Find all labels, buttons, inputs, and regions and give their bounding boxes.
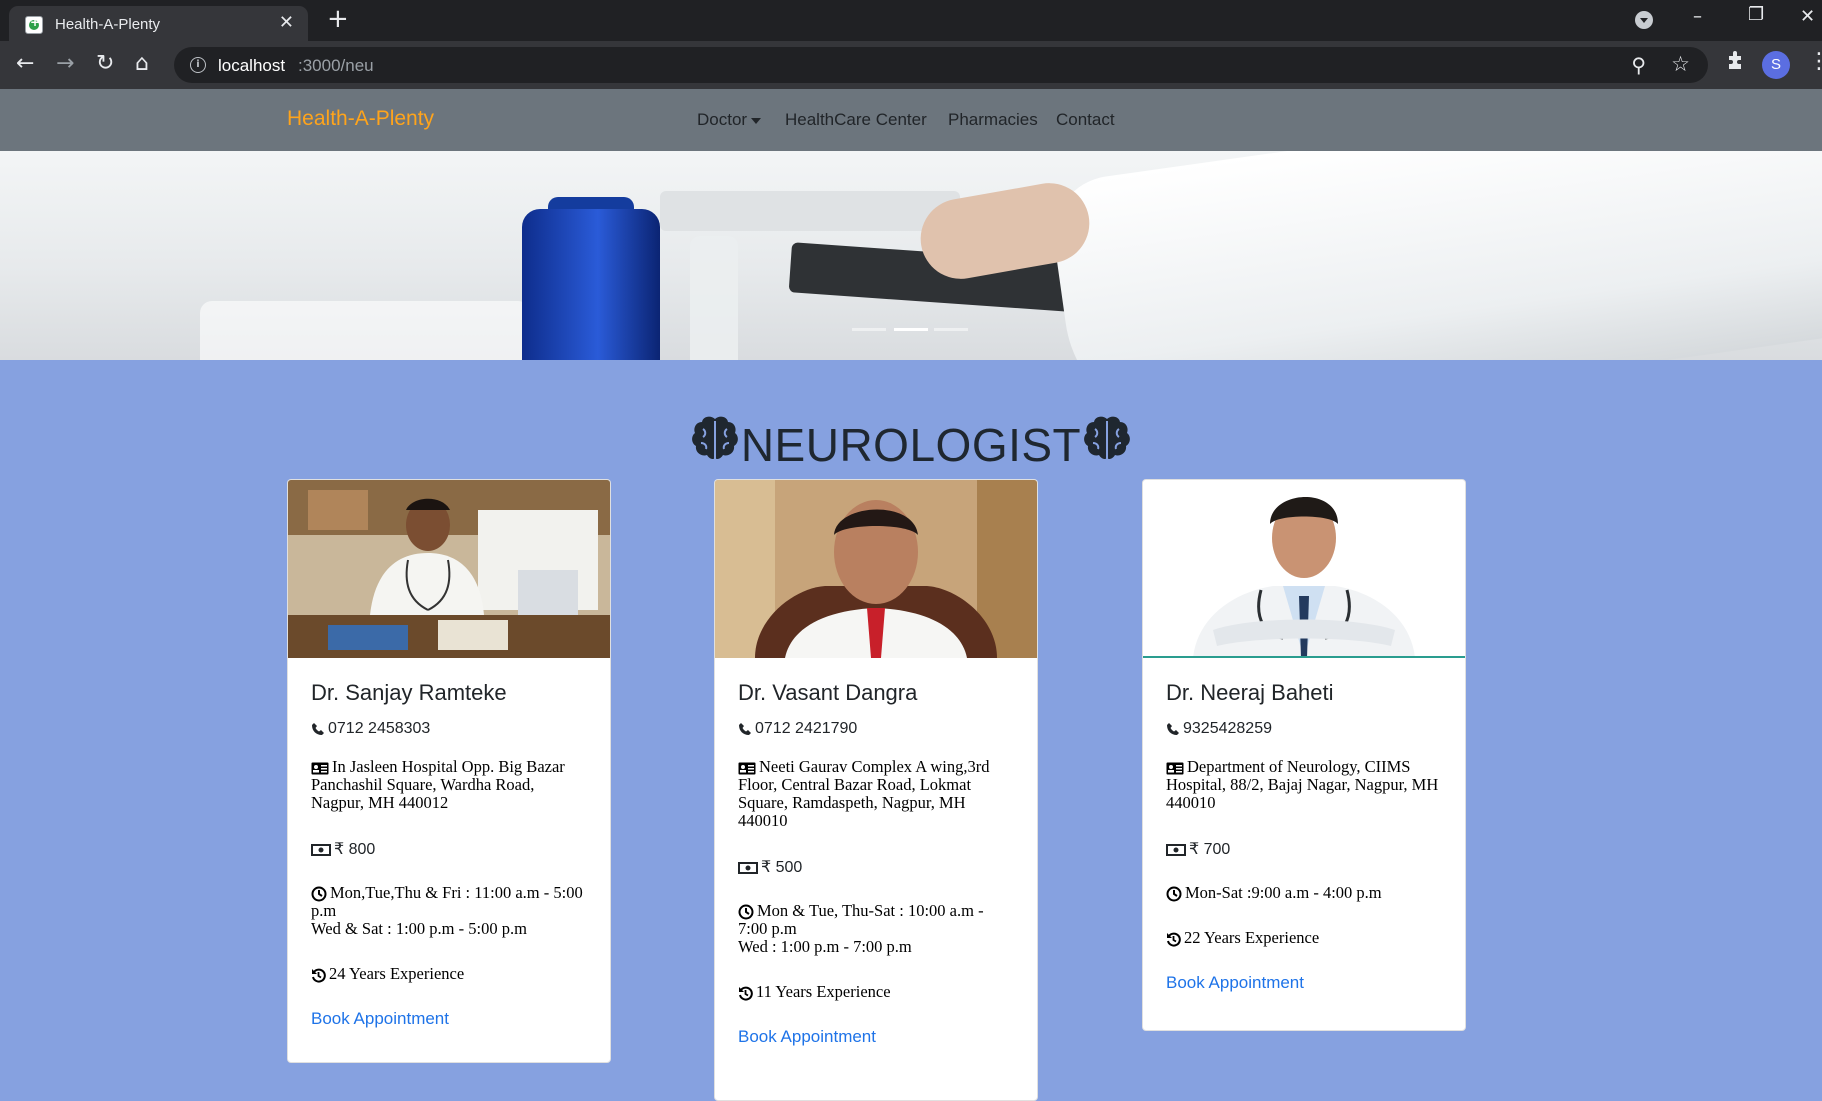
carousel-indicator-1[interactable]	[852, 328, 886, 331]
clock-icon	[1166, 886, 1182, 902]
doctor-card: Dr. Neeraj Baheti 9325428259 Department …	[1142, 479, 1466, 1031]
zoom-icon[interactable]: ⚲	[1631, 53, 1646, 77]
nav-healthcare-center[interactable]: HealthCare Center	[785, 110, 927, 130]
browser-tab-strip: Health-A-Plenty ✕ + – ❐ ✕	[0, 0, 1822, 41]
doctor-fee: ₹ 700	[1166, 839, 1442, 859]
site-info-icon[interactable]: i	[190, 57, 206, 73]
favicon-icon	[25, 15, 43, 34]
doctor-address: Neeti Gaurav Complex A wing,3rd Floor, C…	[738, 757, 990, 830]
browser-toolbar: ← → ↻ ⌂ i localhost :3000/neu ⚲ ☆ S ⋮	[0, 41, 1822, 89]
new-tab-button[interactable]: +	[327, 4, 349, 34]
carousel-indicator-3[interactable]	[934, 328, 968, 331]
url-host: localhost	[218, 56, 286, 75]
back-icon[interactable]: ←	[16, 51, 34, 76]
clock-icon	[738, 904, 754, 920]
section-title-text: NEUROLOGIST	[740, 419, 1082, 471]
doctor-name: Dr. Sanjay Ramteke	[311, 680, 507, 705]
nav-doctor-dropdown[interactable]: Doctor	[697, 110, 762, 130]
brain-icon	[1081, 415, 1133, 474]
doctor-fee: ₹ 800	[311, 839, 587, 859]
hero-carousel	[0, 151, 1822, 360]
hero-keyboard-shape	[660, 191, 960, 231]
url-path: :3000/neu	[298, 56, 374, 75]
history-icon	[738, 986, 753, 1001]
doctor-timings: Mon,Tue,Thu & Fri : 11:00 a.m - 5:00 p.m…	[311, 883, 583, 939]
phone-icon	[1166, 722, 1180, 736]
hero-doctor-sleeve-shape	[1046, 151, 1822, 360]
doctor-photo	[1143, 480, 1465, 658]
brand-logo[interactable]: Health-A-Plenty	[287, 107, 434, 131]
money-bill-icon	[1166, 843, 1186, 856]
phone-icon	[311, 722, 325, 736]
tab-search-icon[interactable]	[1635, 11, 1653, 29]
doctor-fee: ₹ 500	[738, 857, 1014, 877]
phone-icon	[738, 722, 752, 736]
address-card-icon	[1166, 762, 1184, 775]
doctor-address: Department of Neurology, CIIMS Hospital,…	[1166, 757, 1439, 812]
doctor-experience: 22 Years Experience	[1166, 929, 1442, 947]
book-appointment-link[interactable]: Book Appointment	[1166, 973, 1304, 993]
close-tab-icon[interactable]: ✕	[279, 12, 294, 33]
section-heading: NEUROLOGIST	[0, 415, 1822, 474]
doctor-timing-2: Wed : 1:00 p.m - 7:00 p.m	[738, 937, 912, 957]
hero-glass-shape	[200, 301, 530, 360]
money-bill-icon	[311, 843, 331, 856]
doctor-card: Dr. Sanjay Ramteke 0712 2458303 In Jasle…	[287, 479, 611, 1063]
doctor-timings: Mon-Sat :9:00 a.m - 4:00 p.m	[1166, 884, 1442, 902]
doctor-phone: 0712 2421790	[738, 720, 1014, 738]
doctor-experience: 24 Years Experience	[311, 965, 587, 983]
doctor-card: Dr. Vasant Dangra 0712 2421790 Neeti Gau…	[714, 479, 1038, 1101]
tab-title: Health-A-Plenty	[55, 16, 161, 33]
doctor-timing-2: Wed & Sat : 1:00 p.m - 5:00 p.m	[311, 919, 527, 939]
close-window-icon[interactable]: ✕	[1800, 6, 1815, 27]
bookmark-star-icon[interactable]: ☆	[1671, 52, 1690, 76]
carousel-indicator-2[interactable]	[894, 328, 928, 331]
address-bar[interactable]: i localhost :3000/neu ⚲ ☆	[174, 47, 1708, 83]
doctor-photo	[715, 480, 1037, 658]
doctor-photo	[288, 480, 610, 658]
address-card-icon	[311, 762, 329, 775]
clock-icon	[311, 886, 327, 902]
history-icon	[1166, 932, 1181, 947]
site-navbar: Health-A-Plenty Doctor HealthCare Center…	[0, 89, 1822, 151]
menu-kebab-icon[interactable]: ⋮	[1808, 49, 1822, 74]
hero-bottle-shape	[690, 236, 738, 360]
doctor-timings: Mon & Tue, Thu-Sat : 10:00 a.m - 7:00 p.…	[738, 901, 984, 957]
nav-pharmacies[interactable]: Pharmacies	[948, 110, 1038, 130]
minimize-icon[interactable]: –	[1693, 6, 1702, 27]
home-icon[interactable]: ⌂	[135, 51, 149, 76]
forward-icon[interactable]: →	[56, 51, 74, 76]
brain-icon	[689, 415, 741, 474]
profile-avatar[interactable]: S	[1762, 51, 1790, 79]
doctor-address: In Jasleen Hospital Opp. Big Bazar Panch…	[311, 757, 565, 812]
browser-tab[interactable]: Health-A-Plenty ✕	[9, 6, 308, 41]
hero-blue-jar-shape	[522, 209, 660, 360]
doctor-phone: 9325428259	[1166, 720, 1442, 738]
book-appointment-link[interactable]: Book Appointment	[738, 1027, 876, 1047]
nav-doctor-label: Doctor	[697, 110, 748, 129]
nav-contact[interactable]: Contact	[1056, 110, 1115, 130]
restore-icon[interactable]: ❐	[1748, 4, 1764, 25]
doctor-name: Dr. Neeraj Baheti	[1166, 680, 1334, 705]
doctor-phone: 0712 2458303	[311, 720, 587, 738]
caret-down-icon	[751, 117, 762, 124]
history-icon	[311, 968, 326, 983]
extensions-icon[interactable]	[1725, 49, 1747, 79]
book-appointment-link[interactable]: Book Appointment	[311, 1009, 449, 1029]
reload-icon[interactable]: ↻	[96, 51, 114, 76]
money-bill-icon	[738, 861, 758, 874]
doctor-name: Dr. Vasant Dangra	[738, 680, 918, 705]
address-card-icon	[738, 762, 756, 775]
doctor-experience: 11 Years Experience	[738, 983, 1014, 1001]
